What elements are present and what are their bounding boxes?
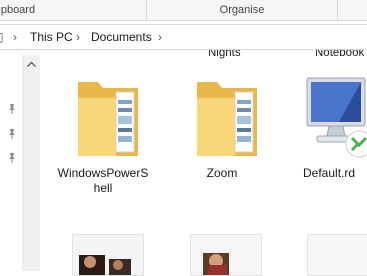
ribbon-group-organise: Organise — [146, 0, 337, 20]
image-thumbnail[interactable] — [307, 234, 367, 276]
folder-item[interactable]: Zoom — [175, 74, 269, 204]
image-thumbnail[interactable] — [190, 234, 262, 276]
folder-icon — [78, 82, 138, 156]
pin-icon[interactable] — [6, 128, 18, 140]
folder-icon — [197, 82, 257, 156]
image-thumbnail-icon — [308, 235, 367, 275]
image-thumbnail-icon — [73, 235, 143, 275]
breadcrumb-chevron-icon[interactable]: › — [76, 25, 80, 49]
file-item[interactable]: Default.rd — [289, 74, 367, 204]
scroll-up-button[interactable] — [23, 55, 40, 72]
item-label-clipped[interactable]: Nights — [208, 50, 241, 62]
breadcrumb-documents[interactable]: Documents — [91, 25, 152, 49]
ribbon-group-clipboard-label: Clipboard — [0, 4, 36, 16]
image-thumbnail[interactable] — [72, 234, 144, 276]
vertical-scrollbar[interactable] — [22, 55, 40, 271]
item-label-clipped[interactable]: Notebook — [315, 50, 364, 62]
breadcrumb-this-pc[interactable]: This PC — [30, 25, 73, 49]
ribbon-group-clipboard: Clipboard — [0, 0, 145, 20]
ribbon-group-new — [337, 0, 367, 20]
address-bar[interactable]: ▯ › This PC › Documents › — [0, 24, 367, 50]
folder-item[interactable]: WindowsPowerS hell — [56, 74, 150, 204]
breadcrumb-chevron-icon[interactable]: › — [13, 25, 17, 49]
remote-desktop-file-icon — [306, 77, 367, 158]
location-icon: ▯ — [0, 30, 4, 44]
chevron-up-icon — [27, 61, 36, 67]
image-thumbnail-icon — [191, 235, 261, 275]
file-name: Default.rd — [303, 166, 356, 180]
ribbon-group-bar: Clipboard Organise — [0, 0, 367, 21]
file-view: Nights Notebook WindowsPowerS hell Zoom … — [42, 48, 367, 276]
pin-icon[interactable] — [6, 152, 18, 164]
breadcrumb-chevron-icon[interactable]: › — [158, 25, 162, 49]
pin-icon[interactable] — [6, 103, 18, 115]
folder-name: WindowsPowerS hell — [57, 166, 149, 195]
ribbon-group-organise-label: Organise — [219, 4, 265, 16]
folder-name: Zoom — [206, 166, 238, 180]
